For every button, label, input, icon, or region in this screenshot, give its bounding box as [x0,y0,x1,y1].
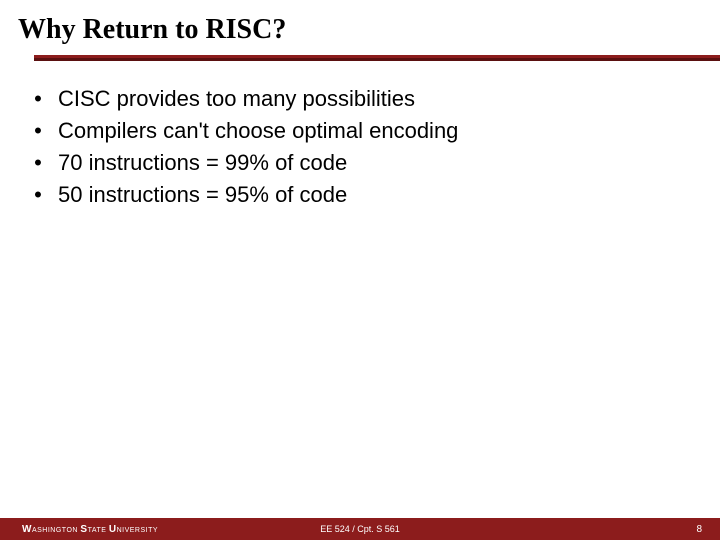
footer-text: W [22,524,32,535]
footer-text: ASHINGTON [32,527,80,534]
footer-bar: WASHINGTON STATE UNIVERSITY EE 524 / Cpt… [0,518,720,540]
bullet-text: 50 instructions = 95% of code [48,180,347,210]
list-item: • 50 instructions = 95% of code [28,180,690,210]
footer-text: U [109,524,117,535]
slide: Why Return to RISC? • CISC provides too … [0,0,720,540]
list-item: • CISC provides too many possibilities [28,84,690,114]
footer-page-number: 8 [696,524,702,535]
bullet-text: 70 instructions = 99% of code [48,148,347,178]
list-item: • Compilers can't choose optimal encodin… [28,116,690,146]
bullet-text: Compilers can't choose optimal encoding [48,116,458,146]
footer-course: EE 524 / Cpt. S 561 [320,524,400,534]
bullet-icon: • [28,84,48,114]
bullet-text: CISC provides too many possibilities [48,84,415,114]
title-divider [34,55,720,61]
footer-text: NIVERSITY [117,527,158,534]
footer-text: TATE [88,527,109,534]
footer-institution: WASHINGTON STATE UNIVERSITY [22,524,158,535]
bullet-list: • CISC provides too many possibilities •… [28,84,690,212]
slide-title: Why Return to RISC? [0,0,720,46]
bullet-icon: • [28,116,48,146]
list-item: • 70 instructions = 99% of code [28,148,690,178]
bullet-icon: • [28,148,48,178]
bullet-icon: • [28,180,48,210]
footer-text: S [80,524,87,535]
